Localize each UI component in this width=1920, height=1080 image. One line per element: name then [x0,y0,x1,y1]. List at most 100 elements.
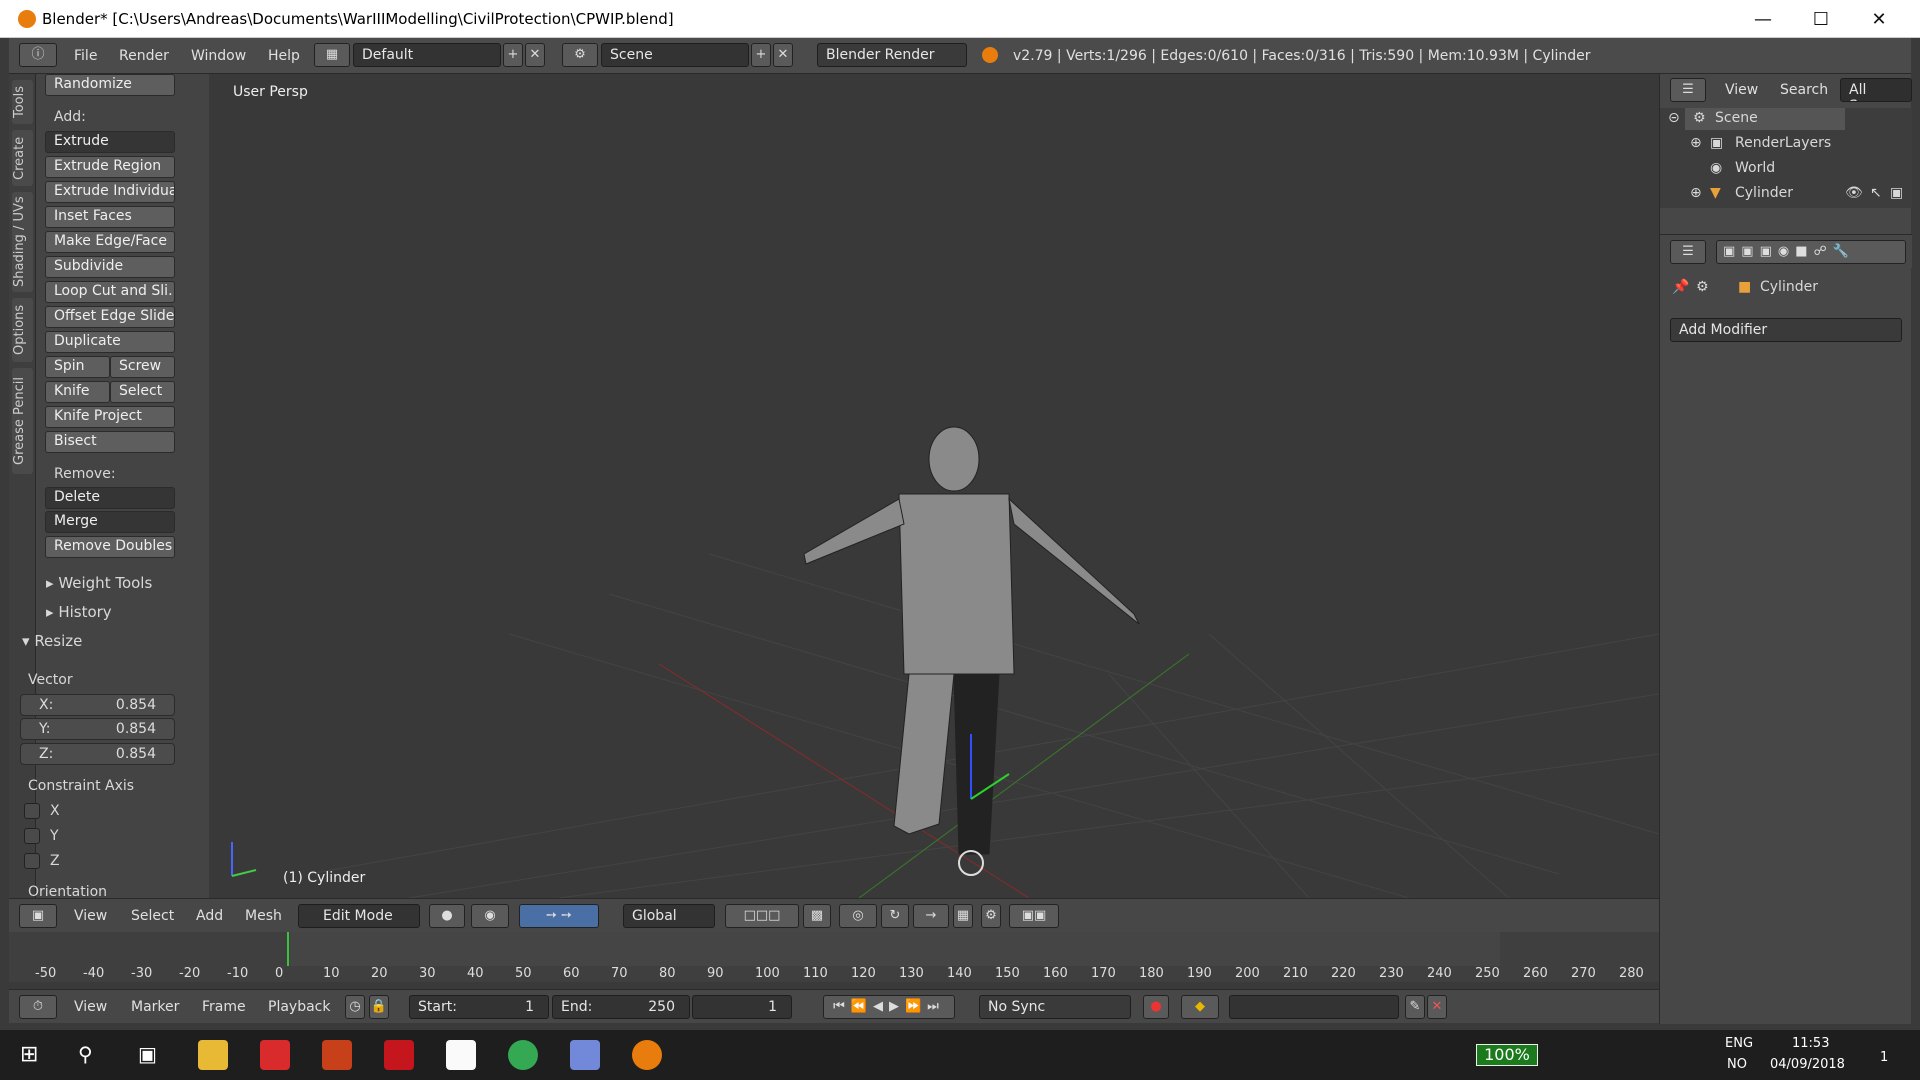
tl-menu-playback[interactable]: Playback [268,999,330,1015]
duplicate-button[interactable]: Duplicate [45,331,175,353]
outliner-display-select[interactable]: All Scenes [1840,78,1912,102]
snap-element-button[interactable]: → [913,904,949,928]
end-frame-field[interactable]: End: 250 [552,995,690,1019]
tl-menu-view[interactable]: View [74,999,107,1015]
notification-count[interactable]: 1 [1880,1050,1888,1065]
knife-project-button[interactable]: Knife Project [45,406,175,428]
input-language[interactable]: ENG [1725,1036,1753,1051]
file-explorer-icon[interactable] [198,1040,228,1070]
remove-doubles-button[interactable]: Remove Doubles [45,536,175,558]
vh-menu-select[interactable]: Select [131,908,174,924]
render-buttons[interactable]: ▣▣ [1009,904,1059,928]
tab-tools[interactable]: Tools [12,80,33,124]
tab-create[interactable]: Create [12,130,33,186]
renderable-camera-icon[interactable]: ▣ [1890,185,1903,201]
sync-select[interactable]: No Sync [979,995,1131,1019]
resize-panel[interactable]: ▾ Resize [22,632,82,650]
expand-renderlayers-icon[interactable]: ⊕ [1690,135,1702,151]
keying-set-field[interactable] [1229,995,1399,1019]
3d-cursor[interactable] [958,850,984,876]
outliner-editor-type-button[interactable]: ☰ [1670,78,1706,102]
vector-z-field[interactable]: Z: 0.854 [20,743,175,765]
randomize-button[interactable]: Randomize [45,74,175,96]
blender-taskbar-icon[interactable] [632,1040,662,1070]
clock-time[interactable]: 11:53 [1792,1036,1829,1051]
tab-options[interactable]: Options [12,298,33,362]
menu-file[interactable]: File [74,48,97,64]
timeline-editor-type-button[interactable]: ⏱ [19,995,57,1019]
delete-dropdown[interactable]: Delete [45,487,175,509]
start-frame-field[interactable]: Start: 1 [409,995,549,1019]
current-frame-marker[interactable] [287,932,289,966]
subdivide-button[interactable]: Subdivide [45,256,175,278]
snap-button[interactable]: ↻ [881,904,909,928]
3d-viewport[interactable]: User Persp (1) Cylinder [209,74,1659,898]
selectable-cursor-icon[interactable]: ↖ [1870,185,1882,201]
menu-render[interactable]: Render [119,48,169,64]
offset-edge-slide-button[interactable]: Offset Edge Slide [45,306,175,328]
screw-button[interactable]: Screw [110,356,175,378]
outliner-menu-search[interactable]: Search [1780,82,1828,98]
chrome-icon[interactable] [508,1040,538,1070]
battery-indicator[interactable]: 100% [1476,1044,1538,1066]
vh-menu-add[interactable]: Add [196,908,223,924]
extrude-dropdown[interactable]: Extrude [45,131,175,153]
vh-menu-mesh[interactable]: Mesh [245,908,282,924]
constraint-z-checkbox[interactable] [24,853,40,869]
make-edge-face-button[interactable]: Make Edge/Face [45,231,175,253]
playback-controls[interactable]: ⏮⏪◀▶⏩⏭ [823,995,955,1019]
pivot-button[interactable]: ◉ [471,904,509,928]
weight-tools-panel[interactable]: ▸ Weight Tools [46,574,152,592]
vector-x-field[interactable]: X: 0.854 [20,694,175,716]
menu-window[interactable]: Window [191,48,246,64]
reader-app-icon[interactable] [260,1040,290,1070]
outliner-world[interactable]: World [1735,160,1775,176]
maximize-button[interactable]: ☐ [1792,0,1850,38]
pin-icon[interactable]: 📌 [1672,279,1689,295]
history-panel[interactable]: ▸ History [46,603,112,621]
editor-type-button[interactable]: ⓘ [19,43,57,67]
discord-icon[interactable] [570,1040,600,1070]
properties-context-tabs[interactable]: ▣▣▣◉■☍🔧 [1716,240,1906,264]
tab-grease-pencil[interactable]: Grease Pencil [12,368,33,474]
inset-faces-button[interactable]: Inset Faces [45,206,175,228]
keyboard-layout[interactable]: NO [1727,1057,1747,1072]
delete-keyframe-button[interactable]: ✕ [1427,995,1447,1019]
layout-icon[interactable]: ▦ [314,43,350,67]
limit-selection-button[interactable]: ▩ [803,904,831,928]
layout-field[interactable]: Default [353,43,501,67]
preview-range-button[interactable]: ◷ [345,995,365,1019]
extrude-region-button[interactable]: Extrude Region [45,156,175,178]
timeline[interactable]: -50 -40 -30 -20 -10 0 10 20 30 40 50 60 70 80 90 100 110… [9,932,1911,982]
outliner-cylinder[interactable]: Cylinder [1735,185,1793,201]
mcafee-icon[interactable] [384,1040,414,1070]
add-scene-button[interactable]: + [751,43,771,67]
record-button[interactable]: ● [1143,995,1169,1019]
merge-dropdown[interactable]: Merge [45,511,175,533]
add-layout-button[interactable]: + [503,43,523,67]
collapse-icon[interactable]: ⊝ [1668,110,1680,126]
mode-select[interactable]: Edit Mode [298,904,420,928]
knife-button[interactable]: Knife [45,381,110,403]
tl-menu-frame[interactable]: Frame [202,999,246,1015]
outliner-scene-row[interactable] [1685,108,1845,130]
search-icon[interactable]: ⚲ [78,1042,93,1066]
constraint-x-checkbox[interactable] [24,803,40,819]
vector-y-field[interactable]: Y: 0.854 [20,718,175,740]
shading-button[interactable]: ● [429,904,465,928]
bisect-button[interactable]: Bisect [45,431,175,453]
minimize-button[interactable]: — [1734,0,1792,38]
outliner-menu-view[interactable]: View [1725,82,1758,98]
outliner-scene[interactable]: Scene [1715,110,1758,126]
remove-layout-button[interactable]: ✕ [525,43,545,67]
snap-target-button[interactable]: ▦ [953,904,973,928]
current-frame-field[interactable]: 1 [692,995,792,1019]
tab-shading-uvs[interactable]: Shading / UVs [12,192,33,292]
insert-keyframe-button[interactable]: ✎ [1405,995,1425,1019]
mail-icon[interactable] [446,1040,476,1070]
loop-cut-button[interactable]: Loop Cut and Sli... [45,281,175,303]
tl-menu-marker[interactable]: Marker [131,999,179,1015]
constraint-y-checkbox[interactable] [24,828,40,844]
office-app-icon[interactable] [322,1040,352,1070]
manipulator-buttons[interactable]: ➙ ➙ [519,904,599,928]
